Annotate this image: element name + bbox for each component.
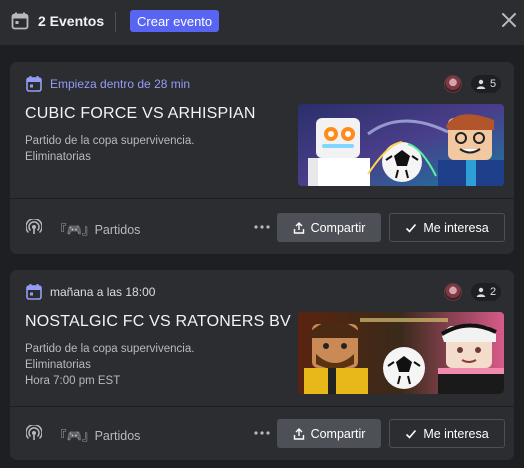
close-icon[interactable] [499,10,519,30]
event-title: CUBIC FORCE VS ARHISPIAN [25,105,256,122]
interested-label: Me interesa [423,220,489,235]
calendar-icon [11,12,29,30]
event-footer: 『🎮』Partidos Compartir Me interesa [10,199,514,254]
host-avatar[interactable] [444,75,462,93]
event-description: Partido de la copa supervivencia. Elimin… [25,133,194,165]
host-avatar[interactable] [444,283,462,301]
description-line: Partido de la copa supervivencia. [25,135,195,147]
stage-channel-icon [26,425,42,440]
checkmark-icon [406,429,417,439]
share-label: Compartir [310,426,366,441]
event-time: mañana a las 18:00 [26,284,155,300]
user-icon [476,79,486,89]
interested-button[interactable]: Me interesa [389,213,505,242]
more-options-icon[interactable] [253,425,271,441]
channel-name[interactable]: 『🎮』Partidos [54,219,140,238]
share-icon [293,427,304,440]
interested-label: Me interesa [423,426,489,441]
event-cover-image [298,104,504,186]
share-icon [293,221,304,234]
share-button[interactable]: Compartir [277,419,381,448]
more-options-icon[interactable] [253,219,271,235]
event-card[interactable]: Empieza dentro de 28 min 5 CUBIC FORCE V… [10,62,514,254]
interested-button[interactable]: Me interesa [389,419,505,448]
header-divider [115,12,116,32]
calendar-icon [26,284,42,300]
event-description: Partido de la copa supervivencia. Elimin… [25,341,194,389]
user-icon [476,287,486,297]
event-time: Empieza dentro de 28 min [26,76,190,92]
calendar-icon [26,76,42,92]
event-title: NOSTALGIC FC VS RATONERS BV [25,313,291,330]
create-event-button[interactable]: Crear evento [130,10,220,32]
attendee-count: 2 [471,283,502,301]
attendee-count-value: 2 [490,286,497,298]
event-footer: 『🎮』Partidos Compartir Me interesa [10,405,514,460]
description-line: Partido de la copa supervivencia. [25,343,195,355]
cover-illustration [298,104,504,186]
description-line: Eliminatorias [25,359,91,371]
cover-illustration [298,312,504,394]
event-card-body[interactable]: Empieza dentro de 28 min 5 CUBIC FORCE V… [10,62,514,198]
checkmark-icon [406,223,417,233]
event-count: 2 Eventos [38,13,105,29]
share-button[interactable]: Compartir [277,213,381,242]
events-header: 2 Eventos Crear evento [0,0,524,46]
event-time-label: mañana a las 18:00 [50,285,156,299]
description-line: Eliminatorias [25,151,91,163]
event-card[interactable]: mañana a las 18:00 2 NOSTALGIC FC VS RAT… [10,270,514,460]
description-line: Hora 7:00 pm EST [25,375,121,387]
event-card-body[interactable]: mañana a las 18:00 2 NOSTALGIC FC VS RAT… [10,270,514,406]
attendee-count: 5 [471,75,502,93]
share-label: Compartir [310,220,366,235]
stage-channel-icon [26,219,42,234]
event-time-label: Empieza dentro de 28 min [50,77,191,91]
event-cover-image [298,312,504,394]
attendee-count-value: 5 [490,78,497,90]
channel-name[interactable]: 『🎮』Partidos [54,425,140,444]
